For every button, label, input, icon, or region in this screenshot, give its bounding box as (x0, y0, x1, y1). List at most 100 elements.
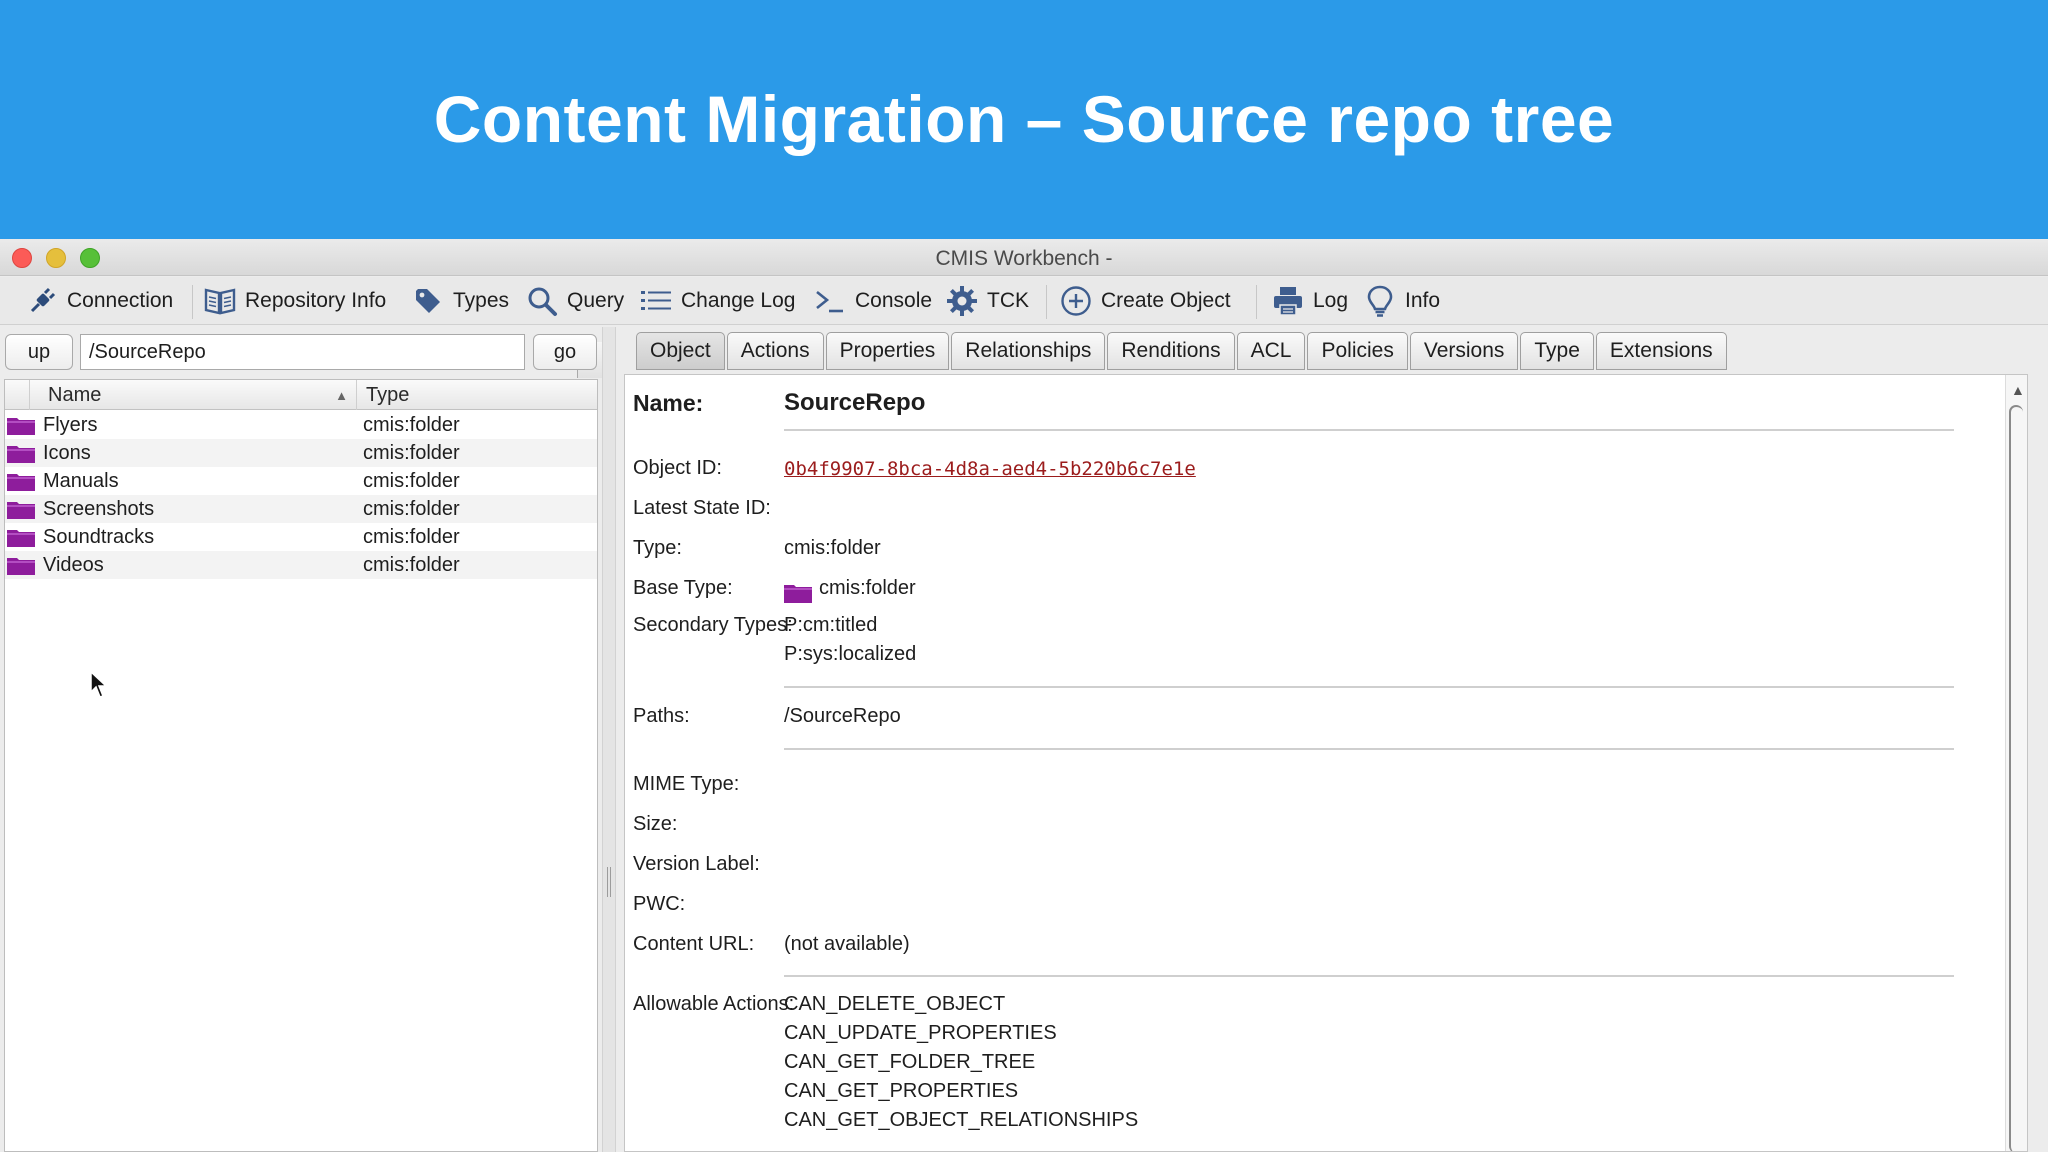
mime-type-label: MIME Type: (633, 773, 740, 795)
type-value: cmis:folder (784, 537, 881, 559)
folder-icon (784, 585, 812, 603)
magnifier-icon (526, 285, 558, 317)
sort-ascending-icon: ▲ (335, 388, 348, 403)
allowable-action-item: CAN_UPDATE_PROPERTIES (784, 1022, 1057, 1044)
types-button[interactable]: Types (412, 277, 509, 325)
table-row[interactable]: Icons cmis:folder (5, 439, 597, 467)
info-button[interactable]: Info (1364, 277, 1440, 325)
folder-table: Name ▲ Type Flyers cmis:folder Icons cmi… (4, 379, 598, 1152)
table-row[interactable]: Soundtracks cmis:folder (5, 523, 597, 551)
tab-extensions[interactable]: Extensions (1595, 332, 1727, 370)
tck-button[interactable]: TCK (946, 277, 1029, 325)
create-object-button[interactable]: Create Object (1060, 277, 1231, 325)
path-value: /SourceRepo (89, 340, 206, 363)
row-type: cmis:folder (363, 554, 460, 576)
allowable-action-item: CAN_GET_FOLDER_TREE (784, 1051, 1036, 1073)
base-type-label: Base Type: (633, 577, 733, 599)
scroll-up-arrow-icon[interactable]: ▲ (2011, 382, 2025, 398)
slide-title: Content Migration – Source repo tree (433, 81, 1615, 156)
folder-icon (7, 530, 35, 547)
plug-icon (26, 285, 58, 317)
pane-splitter[interactable] (602, 327, 616, 1152)
window-title: CMIS Workbench - (935, 247, 1113, 270)
folder-icon (7, 502, 35, 519)
main-toolbar: Connection Repository Info Types Query C… (0, 277, 2048, 325)
allowable-action-item: CAN_DELETE_OBJECT (784, 993, 1006, 1015)
secondary-type-item: P:cm:titled (784, 614, 878, 636)
allowable-action-item: CAN_GET_PROPERTIES (784, 1080, 1019, 1102)
tab-object[interactable]: Object (636, 332, 725, 370)
vertical-scrollbar[interactable]: ▲ (2005, 375, 2027, 1151)
row-name: Icons (43, 442, 91, 464)
row-name: Manuals (43, 470, 119, 492)
toolbar-separator (1256, 285, 1257, 319)
mouse-cursor-icon (90, 671, 108, 698)
repository-info-button[interactable]: Repository Info (204, 277, 386, 325)
detail-tabs: Object Actions Properties Relationships … (636, 332, 1729, 372)
table-row[interactable]: Manuals cmis:folder (5, 467, 597, 495)
allowable-actions-label: Allowable Actions: (633, 993, 795, 1015)
splitter-grip[interactable] (607, 867, 611, 897)
secondary-type-item: P:sys:localized (784, 643, 917, 665)
row-name: Videos (43, 554, 104, 576)
path-field[interactable]: /SourceRepo (80, 334, 606, 378)
paths-label: Paths: (633, 705, 690, 727)
row-name: Screenshots (43, 498, 155, 520)
row-type: cmis:folder (363, 470, 460, 492)
plus-circle-icon (1060, 285, 1092, 317)
info-label: Info (1405, 289, 1441, 312)
connection-button[interactable]: Connection (26, 277, 173, 325)
window-titlebar: CMIS Workbench - (0, 239, 2048, 276)
folder-icon (7, 558, 35, 575)
console-button[interactable]: Console (814, 277, 932, 325)
tab-type[interactable]: Type (1520, 332, 1594, 370)
row-type: cmis:folder (363, 498, 460, 520)
change-log-button[interactable]: Change Log (640, 277, 795, 325)
base-type-value: cmis:folder (819, 577, 916, 599)
tab-relationships[interactable]: Relationships (951, 332, 1106, 370)
column-header-name[interactable]: Name ▲ (29, 380, 357, 410)
scrollbar-thumb[interactable] (2009, 405, 2023, 1151)
row-name: Flyers (43, 414, 98, 436)
tab-renditions[interactable]: Renditions (1107, 332, 1235, 370)
object-details-pane: Object Actions Properties Relationships … (618, 327, 2048, 1152)
object-name: SourceRepo (784, 389, 926, 416)
table-row[interactable]: Videos cmis:folder (5, 551, 597, 579)
object-id-link[interactable]: 0b4f9907-8bca-4d8a-aed4-5b220b6c7e1e (784, 458, 1196, 480)
up-button[interactable]: up (5, 334, 73, 370)
row-name: Soundtracks (43, 526, 155, 548)
tab-acl[interactable]: ACL (1236, 332, 1306, 370)
tck-label: TCK (987, 289, 1029, 312)
type-label: Type: (633, 537, 682, 559)
row-type: cmis:folder (363, 442, 460, 464)
content-url-label: Content URL: (633, 933, 755, 955)
tab-properties[interactable]: Properties (825, 332, 950, 370)
list-icon (640, 285, 672, 317)
types-label: Types (453, 289, 510, 312)
log-button[interactable]: Log (1272, 277, 1348, 325)
tab-versions[interactable]: Versions (1409, 332, 1519, 370)
table-header: Name ▲ Type (5, 380, 597, 410)
table-row[interactable]: Flyers cmis:folder (5, 411, 597, 439)
title-banner: Content Migration – Source repo tree (0, 0, 2048, 239)
folder-icon (7, 446, 35, 463)
tab-actions[interactable]: Actions (726, 332, 824, 370)
query-button[interactable]: Query (526, 277, 624, 325)
book-icon (204, 285, 236, 317)
latest-state-label: Latest State ID: (633, 497, 771, 519)
create-object-label: Create Object (1101, 289, 1231, 312)
divider (784, 429, 1954, 431)
column-header-type[interactable]: Type (357, 380, 597, 410)
row-type: cmis:folder (363, 526, 460, 548)
connection-label: Connection (67, 289, 174, 312)
tab-policies[interactable]: Policies (1307, 332, 1408, 370)
name-label: Name: (633, 390, 704, 416)
row-type: cmis:folder (363, 414, 460, 436)
paths-value: /SourceRepo (784, 705, 901, 727)
pwc-label: PWC: (633, 893, 686, 915)
size-label: Size: (633, 813, 678, 835)
go-button[interactable]: go (533, 334, 597, 370)
object-panel: Name: SourceRepo Object ID: 0b4f9907-8bc… (624, 374, 2028, 1152)
table-row[interactable]: Screenshots cmis:folder (5, 495, 597, 523)
tag-icon (412, 285, 444, 317)
